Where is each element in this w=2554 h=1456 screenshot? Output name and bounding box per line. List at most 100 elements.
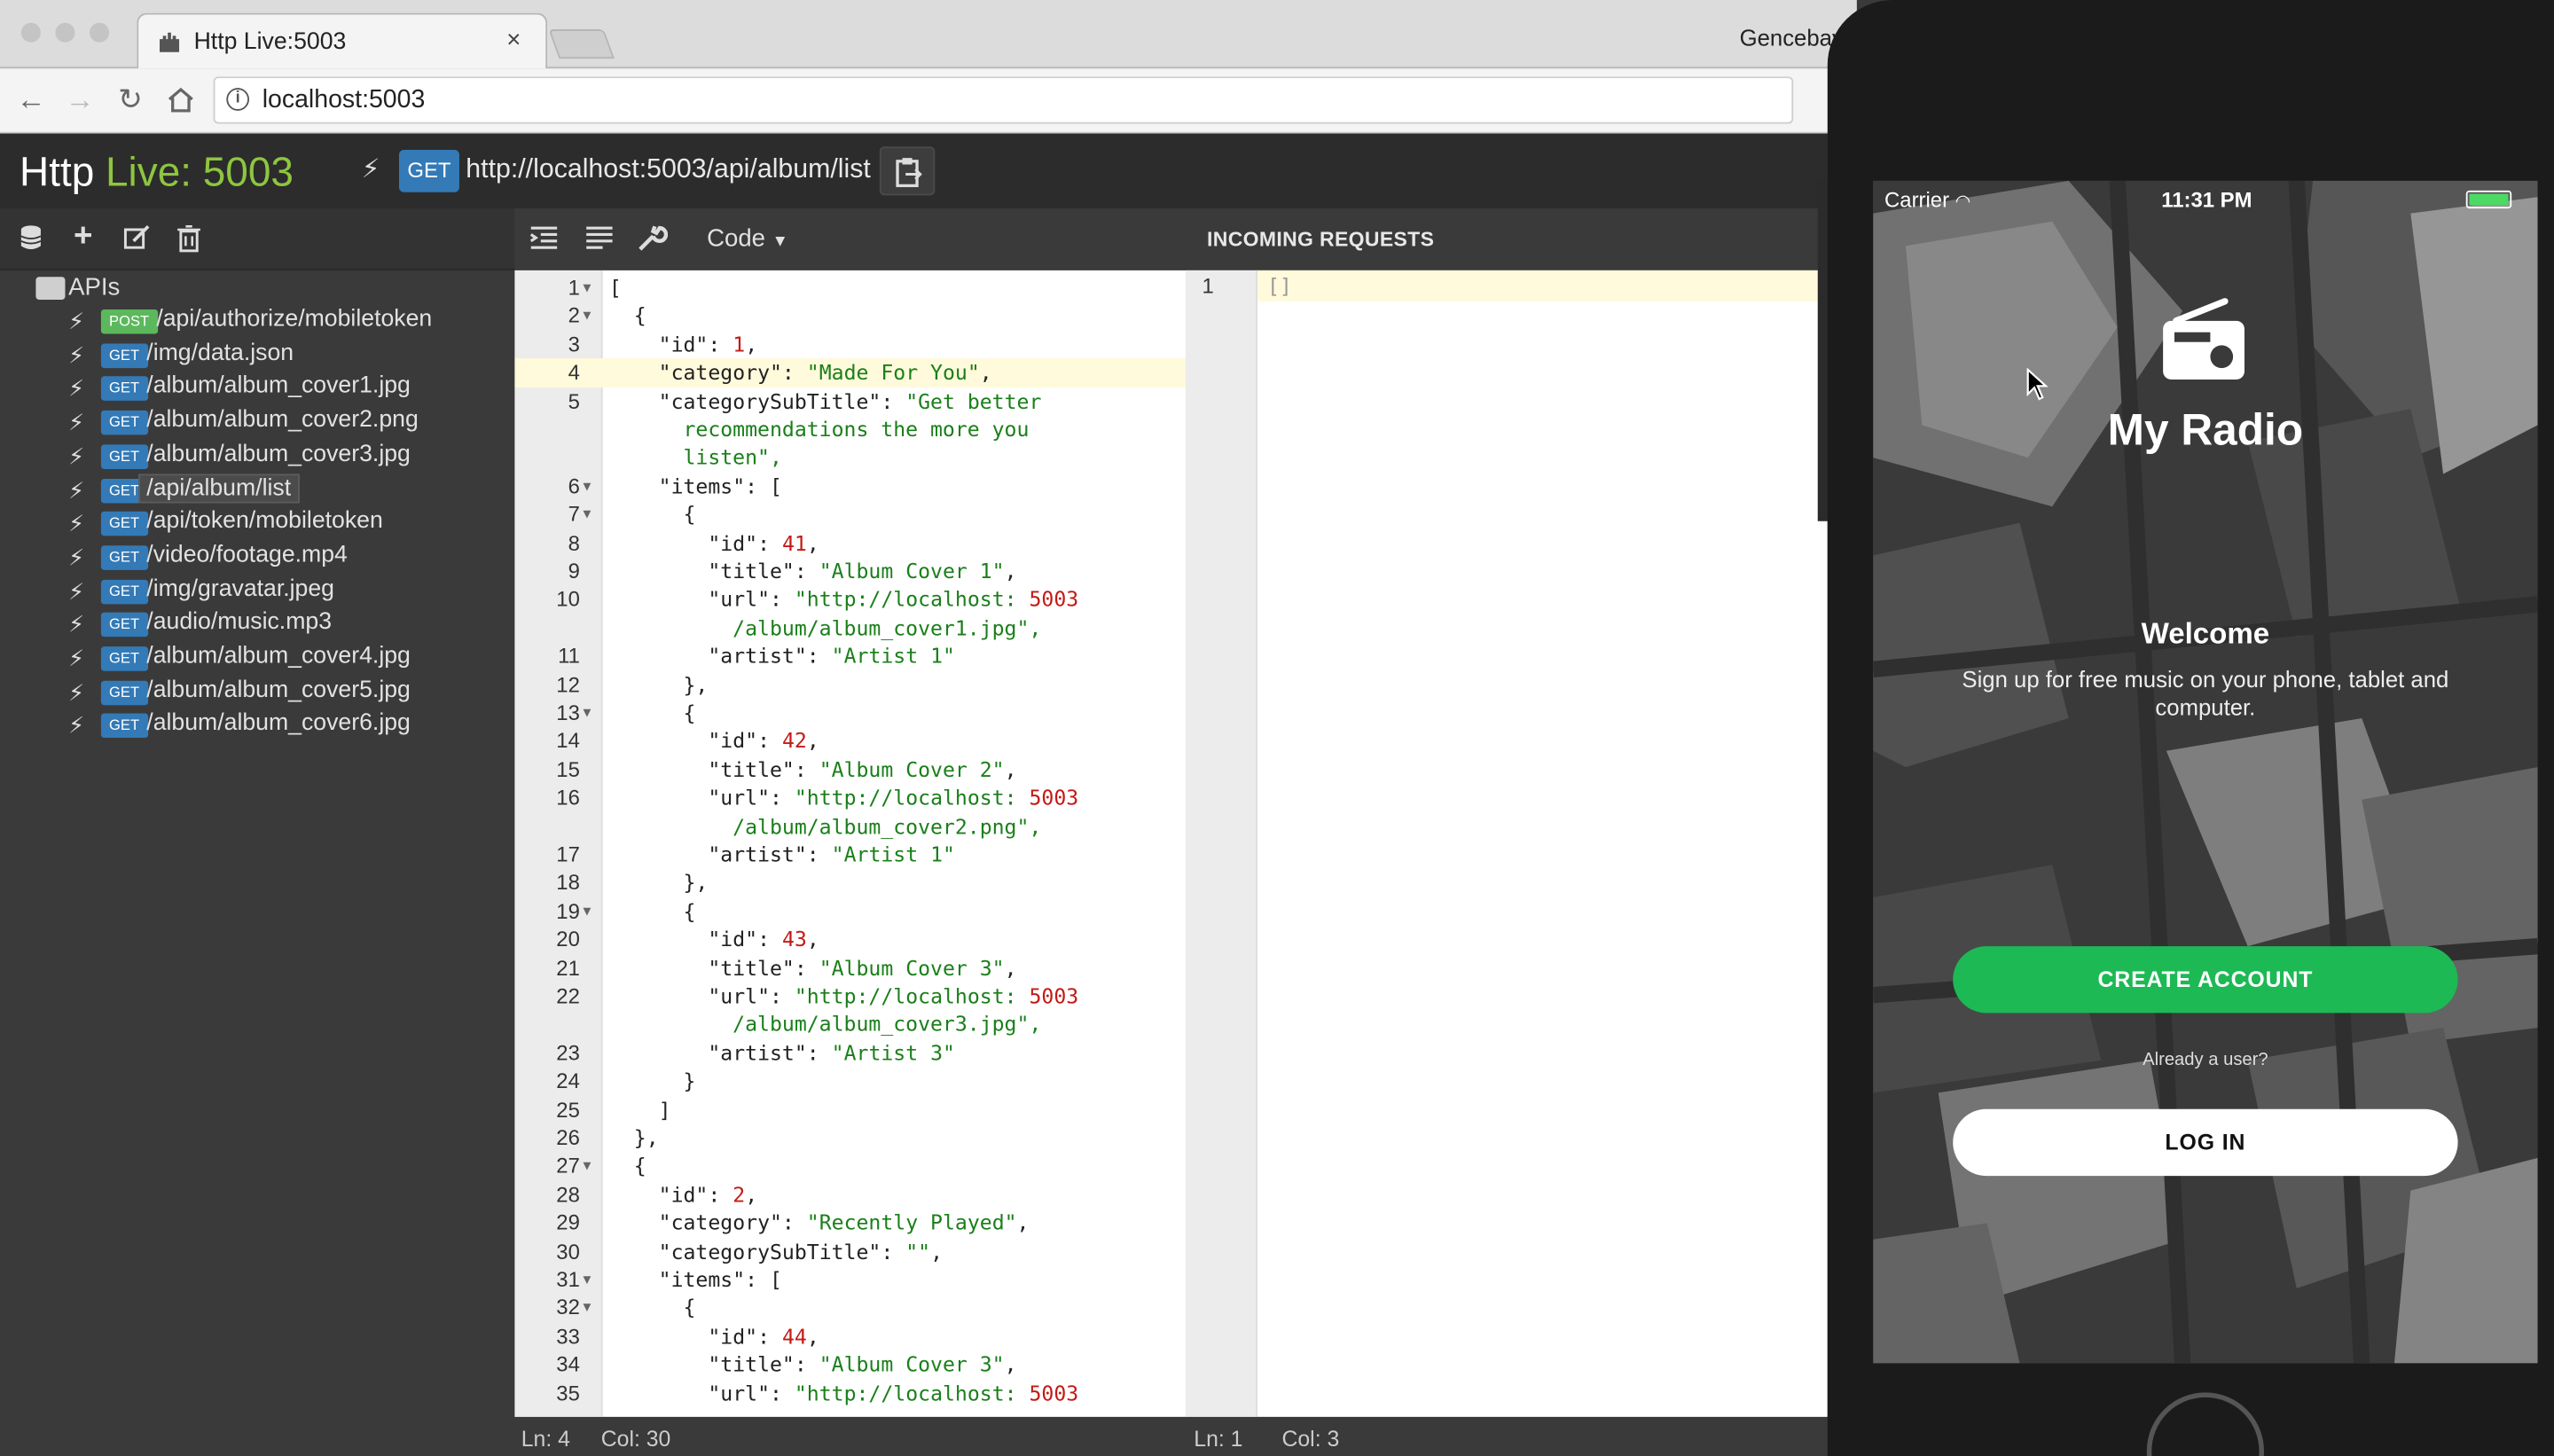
create-account-button[interactable]: CREATE ACCOUNT xyxy=(1953,946,2458,1014)
folder-icon xyxy=(35,277,66,300)
sidebar-item-api[interactable]: ⚡︎ GET/img/data.json xyxy=(65,340,505,372)
app-name: My Radio xyxy=(2107,405,2304,455)
line-number: 32 xyxy=(556,1295,580,1320)
code-line: 33 "id": 44, xyxy=(514,1322,1186,1350)
back-arrow-icon[interactable]: ← xyxy=(13,83,49,118)
line-number: 24 xyxy=(556,1069,580,1093)
line-number: 28 xyxy=(556,1182,580,1207)
code-menu-dropdown[interactable]: Code ▼ xyxy=(707,224,788,252)
reload-icon[interactable]: ↻ xyxy=(113,83,148,118)
cursor-column: Col: 30 xyxy=(600,1426,671,1452)
code-text: "category": "Made For You", xyxy=(658,360,992,385)
fold-arrow-icon[interactable]: ▼ xyxy=(584,1152,591,1180)
code-line: 2 ▼ { xyxy=(514,302,1186,331)
code-line: 28 "id": 2, xyxy=(514,1180,1186,1209)
browser-toolbar: ← → ↻ i localhost:5003 xyxy=(0,68,1857,134)
format-icon[interactable] xyxy=(584,223,616,253)
bolt-icon: ⚡︎ xyxy=(68,577,85,604)
method-badge: GET xyxy=(100,444,148,469)
line-number: 27 xyxy=(556,1154,580,1178)
sidebar-item-api[interactable]: ⚡︎ GET/img/gravatar.jpeg xyxy=(65,575,505,608)
new-tab-button[interactable] xyxy=(548,29,615,59)
line-number: 13 xyxy=(556,700,580,725)
fold-arrow-icon[interactable]: ▼ xyxy=(584,302,591,331)
line-number: 3 xyxy=(568,332,580,356)
code-text: }, xyxy=(608,1125,659,1150)
api-path: /album/album_cover2.png xyxy=(146,407,419,434)
code-text: "url": "http://localhost: 5003 xyxy=(708,586,1079,612)
browser-tab[interactable]: Http Live:5003 × xyxy=(137,12,548,69)
tab-close-icon[interactable]: × xyxy=(506,26,521,53)
trash-icon[interactable] xyxy=(175,223,204,253)
wifi-icon: ◠ xyxy=(1955,192,1971,212)
incoming-requests-title: INCOMING REQUESTS xyxy=(1206,228,1435,251)
code-line: 16 "url": "http://localhost: 5003 xyxy=(514,784,1186,812)
bolt-icon: ⚡︎ xyxy=(68,678,85,705)
window-close-button[interactable] xyxy=(20,22,41,43)
edit-icon[interactable] xyxy=(122,223,152,253)
address-bar[interactable]: i localhost:5003 xyxy=(213,76,1794,124)
info-icon[interactable]: i xyxy=(226,88,250,111)
incoming-requests-editor[interactable]: 1 [] xyxy=(1186,270,1828,1417)
sidebar-item-api[interactable]: ⚡︎ GET/audio/music.mp3 xyxy=(65,609,505,642)
sidebar-item-api[interactable]: ⚡︎ GET/api/token/mobiletoken xyxy=(65,508,505,541)
profile-name[interactable]: Gencebay xyxy=(1740,25,1844,51)
window-zoom-button[interactable] xyxy=(90,22,110,43)
code-text: { xyxy=(608,1154,646,1178)
code-line: listen", xyxy=(514,443,1186,472)
window-minimize-button[interactable] xyxy=(55,22,75,43)
sidebar-item-api[interactable]: ⚡︎ GET/album/album_cover6.jpg xyxy=(65,711,505,744)
fold-arrow-icon[interactable]: ▼ xyxy=(584,699,591,727)
sidebar-item-api[interactable]: ⚡︎ GET/api/album/list xyxy=(65,473,505,507)
sidebar-item-api[interactable]: ⚡︎ GET/album/album_cover2.png xyxy=(65,407,505,440)
fold-arrow-icon[interactable]: ▼ xyxy=(584,1265,591,1294)
database-icon[interactable] xyxy=(16,223,45,253)
line-number: 18 xyxy=(556,870,580,896)
line-number: 25 xyxy=(556,1097,580,1122)
api-path: /audio/music.mp3 xyxy=(146,609,333,636)
code-line: 27 ▼ { xyxy=(514,1152,1186,1180)
fold-arrow-icon[interactable]: ▼ xyxy=(584,274,591,302)
code-text: "id": 44, xyxy=(708,1323,819,1349)
line-number: 7 xyxy=(568,502,580,527)
bolt-icon: ⚡︎ xyxy=(68,375,85,402)
code-text: [ xyxy=(608,275,622,300)
code-line: 6 ▼ "items": [ xyxy=(514,472,1186,500)
carrier-label: Carrier ◠ xyxy=(1884,187,1970,212)
sidebar-item-api[interactable]: ⚡︎ GET/video/footage.mp4 xyxy=(65,542,505,575)
home-icon[interactable] xyxy=(166,86,195,114)
code-text: "id": 43, xyxy=(708,927,819,951)
fold-arrow-icon[interactable]: ▼ xyxy=(584,472,591,500)
log-in-button[interactable]: LOG IN xyxy=(1953,1108,2458,1177)
line-number: 22 xyxy=(556,983,580,1008)
sidebar-item-api[interactable]: ⚡︎ GET/album/album_cover3.jpg xyxy=(65,441,505,474)
copy-url-button[interactable] xyxy=(879,146,936,196)
code-text: "artist": "Artist 1" xyxy=(708,643,955,669)
sidebar-item-api[interactable]: ⚡︎ GET/album/album_cover4.jpg xyxy=(65,643,505,676)
incoming-content[interactable]: [] xyxy=(1267,274,1292,299)
bolt-icon: ⚡︎ xyxy=(68,645,85,671)
castle-icon xyxy=(159,32,180,52)
line-number: 33 xyxy=(556,1323,580,1349)
sidebar-item-api[interactable]: ⚡︎ GET/album/album_cover5.jpg xyxy=(65,677,505,709)
response-code-editor[interactable]: 1 ▼[2 ▼ {3 "id": 1, 4 "category": "Made For… xyxy=(514,270,1187,1417)
fold-arrow-icon[interactable]: ▼ xyxy=(584,500,591,528)
plus-icon[interactable]: + xyxy=(68,218,98,254)
code-line: 7 ▼ { xyxy=(514,500,1186,528)
line-number: 34 xyxy=(556,1351,580,1377)
code-line: 20 "id": 43, xyxy=(514,926,1186,954)
address-text[interactable]: localhost:5003 xyxy=(262,86,426,115)
fold-arrow-icon[interactable]: ▼ xyxy=(584,897,591,926)
fold-arrow-icon[interactable]: ▼ xyxy=(584,1294,591,1322)
code-line: 24 } xyxy=(514,1067,1186,1095)
sidebar-item-api[interactable]: ⚡︎ GET/album/album_cover1.jpg xyxy=(65,373,505,406)
sidebar-item-api[interactable]: ⚡︎ POST/api/authorize/mobiletoken xyxy=(65,306,505,339)
tree-root-label: APIs xyxy=(68,273,121,301)
indent-icon[interactable] xyxy=(528,223,560,253)
line-number: 35 xyxy=(556,1380,580,1405)
forward-arrow-icon[interactable]: → xyxy=(62,83,98,118)
code-text: "id": 42, xyxy=(708,728,819,754)
line-number: 8 xyxy=(568,530,580,555)
method-badge: GET xyxy=(100,680,148,705)
wrench-icon[interactable] xyxy=(635,223,669,253)
